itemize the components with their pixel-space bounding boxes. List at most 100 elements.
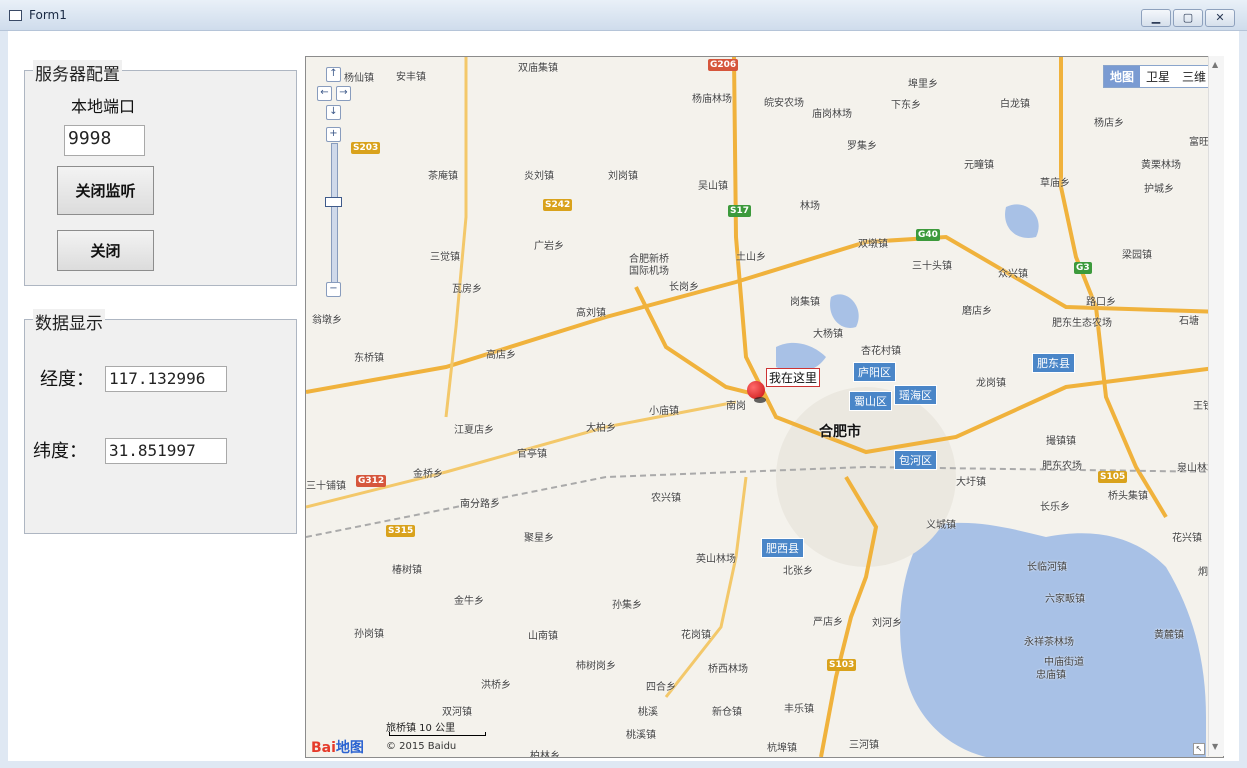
pan-right-button[interactable]: → [336, 86, 351, 101]
place: 桥西林场 [708, 664, 748, 675]
scroll-up-icon[interactable]: ▲ [1212, 60, 1218, 69]
latitude-field[interactable]: 31.851997 [105, 438, 227, 464]
place: 杭埠镇 [767, 743, 797, 754]
place: 土山乡 [736, 252, 766, 263]
place: 石塘 [1179, 316, 1199, 327]
place: 南分路乡 [460, 499, 500, 510]
place: 农兴镇 [651, 493, 681, 504]
place: 桃溪镇 [626, 730, 656, 741]
close-icon: ✕ [1215, 11, 1225, 24]
place: 众兴镇 [998, 269, 1028, 280]
district-yaohai: 瑶海区 [894, 385, 937, 405]
place: 永祥茶林场 [1024, 637, 1074, 648]
close-window-button[interactable]: ✕ [1205, 9, 1235, 27]
place: 东桥镇 [354, 353, 384, 364]
place: 杨店乡 [1094, 118, 1124, 129]
place: 官亭镇 [517, 449, 547, 460]
place: 六家畈镇 [1045, 594, 1085, 605]
zoom-slider[interactable] [331, 143, 338, 283]
local-port-label: 本地端口 [71, 97, 136, 116]
road-s315: S315 [386, 525, 416, 537]
zoom-slider-handle[interactable] [325, 197, 342, 207]
reservoir-ne [1005, 204, 1039, 238]
place: 双墩镇 [858, 239, 888, 250]
place: 双庙集镇 [518, 63, 558, 74]
place: 小庙镇 [649, 406, 679, 417]
place: 丰乐镇 [784, 704, 814, 715]
close-button[interactable]: 关闭 [57, 230, 154, 271]
place: 下东乡 [891, 100, 921, 111]
district-baohe: 包河区 [894, 450, 937, 470]
road-s203: S203 [351, 142, 381, 154]
map-copyright: © 2015 Baidu [386, 741, 457, 752]
map-type-switch[interactable]: 地图 卫星 三维 [1102, 65, 1213, 88]
place: 花兴镇 [1172, 533, 1202, 544]
road-s17: S17 [728, 205, 752, 217]
place: 四合乡 [646, 682, 676, 693]
place: 金桥乡 [413, 469, 443, 480]
place: 花岗镇 [681, 630, 711, 641]
district-luyang: 庐阳区 [853, 362, 896, 382]
server-config-group: 服务器配置 本地端口 9998 关闭监听 关闭 [24, 60, 297, 286]
maximize-button[interactable]: ▢ [1173, 9, 1203, 27]
place: 炎刘镇 [524, 171, 554, 182]
place: 高刘镇 [576, 308, 606, 319]
place: 国际机场 [629, 266, 669, 277]
place: 三觉镇 [430, 252, 460, 263]
place: 埠里乡 [908, 79, 938, 90]
road-g206: G206 [708, 59, 739, 71]
marker-shadow [754, 397, 766, 403]
place: 护城乡 [1144, 184, 1174, 195]
scale-bar [389, 732, 486, 736]
scroll-down-icon[interactable]: ▼ [1212, 742, 1218, 751]
place: 白龙镇 [1000, 99, 1030, 110]
place: 洪桥乡 [481, 680, 511, 691]
stop-listen-button[interactable]: 关闭监听 [57, 166, 154, 215]
place: 忠庙镇 [1036, 670, 1066, 681]
place: 富旺 [1189, 137, 1209, 148]
minimize-button[interactable]: ▁ [1141, 9, 1171, 27]
place: 孙集乡 [612, 600, 642, 611]
district-feixi: 肥西县 [761, 538, 804, 558]
place: 磨店乡 [962, 306, 992, 317]
map-view[interactable]: 地图 卫星 三维 ↑ ← → ↓ + − 庐阳区 蜀山区 瑶海区 包河区 肥西县… [305, 56, 1224, 758]
pan-down-button[interactable]: ↓ [326, 105, 341, 120]
pan-left-button[interactable]: ← [317, 86, 332, 101]
title-bar: Form1 ▁ ▢ ✕ [0, 0, 1247, 31]
tab-3d[interactable]: 三维 [1176, 66, 1212, 87]
place: 金牛乡 [454, 596, 484, 607]
railway [306, 465, 1223, 538]
resize-corner-icon[interactable]: ↖ [1193, 743, 1205, 755]
district-feidong: 肥东县 [1032, 353, 1075, 373]
data-display-title: 数据显示 [33, 309, 105, 334]
zoom-out-button[interactable]: − [326, 282, 341, 297]
place: 英山林场 [696, 554, 736, 565]
place: 黄栗林场 [1141, 160, 1181, 171]
place: 长临河镇 [1027, 562, 1067, 573]
place: 撮镇镇 [1046, 436, 1076, 447]
place: 孙岗镇 [354, 629, 384, 640]
road-s105: S105 [1098, 471, 1128, 483]
place: 罗集乡 [847, 141, 877, 152]
district-shushan: 蜀山区 [849, 391, 892, 411]
road-s103: S103 [827, 659, 857, 671]
pan-up-button[interactable]: ↑ [326, 67, 341, 82]
place: 江夏店乡 [454, 425, 494, 436]
tab-satellite[interactable]: 卫星 [1140, 66, 1176, 87]
place: 长乐乡 [1040, 502, 1070, 513]
vertical-scrollbar[interactable]: ▲ ▼ [1208, 56, 1224, 756]
marker-label: 我在这里 [766, 368, 821, 387]
place: 肥东生态农场 [1052, 318, 1112, 329]
city-label: 合肥市 [819, 424, 861, 440]
place: 聚星乡 [524, 533, 554, 544]
place: 义城镇 [926, 520, 956, 531]
place: 肥东农场 [1042, 461, 1082, 472]
tab-map[interactable]: 地图 [1103, 66, 1140, 87]
place: 林场 [800, 201, 820, 212]
app-icon [9, 10, 22, 21]
zoom-in-button[interactable]: + [326, 127, 341, 142]
longitude-field[interactable]: 117.132996 [105, 366, 227, 392]
place: 三十头镇 [912, 261, 952, 272]
port-input[interactable]: 9998 [64, 125, 145, 156]
place: 黄麓镇 [1154, 630, 1184, 641]
